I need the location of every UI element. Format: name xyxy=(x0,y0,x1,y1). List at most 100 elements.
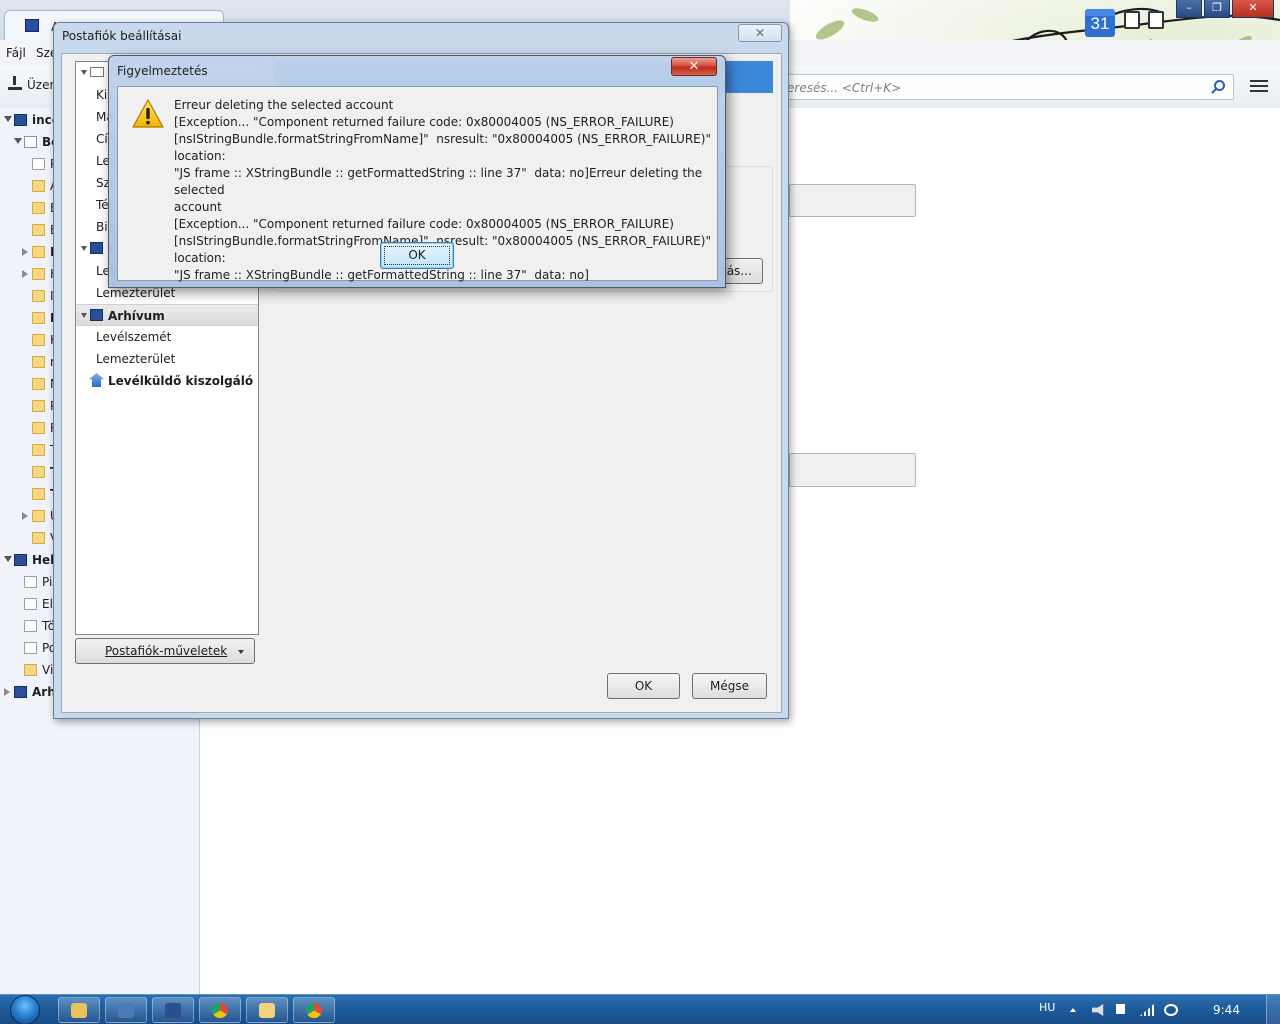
get-messages-button[interactable]: Üzen xyxy=(8,76,57,92)
local-folders-icon xyxy=(90,242,103,254)
search-placeholder: eresés... <Ctrl+K> xyxy=(787,81,902,95)
input-box[interactable] xyxy=(789,453,916,487)
collapse-arrow-icon[interactable] xyxy=(4,556,12,562)
folder-icon xyxy=(32,180,45,192)
account-tree-label: Lemezterület xyxy=(96,352,176,366)
chrome-icon xyxy=(306,1003,322,1018)
close-window-button[interactable]: ✕ xyxy=(1232,0,1274,18)
file-icon xyxy=(32,158,45,170)
download-icon xyxy=(8,76,22,90)
cancel-button[interactable]: Mégse xyxy=(692,673,767,699)
dialog-body: Erreur deleting the selected account [Exc… xyxy=(117,86,719,282)
collapse-arrow-icon[interactable] xyxy=(14,138,22,144)
folder-icon xyxy=(32,488,45,500)
folder-icon xyxy=(32,312,45,324)
warning-message-line: account xyxy=(174,200,222,214)
folder-icon xyxy=(32,378,45,390)
collapse-arrow-icon[interactable] xyxy=(81,246,87,251)
taskbar: HU 9:44 xyxy=(0,994,1280,1024)
security-icon[interactable] xyxy=(1164,1004,1178,1016)
taskbar-app-button[interactable] xyxy=(293,997,335,1023)
minimize-button[interactable]: – xyxy=(1176,0,1202,18)
warning-message-line: Erreur deleting the selected account xyxy=(174,98,394,112)
account-tree-item[interactable]: Levélszemét xyxy=(76,326,258,348)
inbox-icon xyxy=(24,136,37,148)
window-controls: – ❐ ✕ xyxy=(1176,0,1274,18)
account-tree-item[interactable]: Lemezterület xyxy=(76,348,258,370)
folder-icon xyxy=(32,422,45,434)
warning-message-line: [Exception... "Component returned failur… xyxy=(174,115,674,129)
app-menu-icon[interactable] xyxy=(1250,80,1268,92)
warning-message-line: "JS frame :: XStringBundle :: getFormatt… xyxy=(174,268,589,282)
warning-message-line: [nsIStringBundle.formatStringFromName]" … xyxy=(174,132,719,163)
dialog-title: Figyelmeztetés xyxy=(117,64,208,78)
warning-message-line: [Exception... "Component returned failur… xyxy=(174,217,674,231)
expand-arrow-icon[interactable] xyxy=(22,270,28,278)
expand-arrow-icon[interactable] xyxy=(4,688,10,696)
dropdown-arrow-icon xyxy=(238,650,244,654)
folder-icon xyxy=(24,664,37,676)
input-box[interactable] xyxy=(789,184,916,217)
account-tree-label: Levélküldő kiszolgáló (S... xyxy=(108,374,258,388)
smtp-server-icon xyxy=(89,373,104,387)
file-icon xyxy=(24,642,37,654)
ok-button[interactable]: OK xyxy=(607,673,680,699)
folder-icon xyxy=(32,532,45,544)
restore-button[interactable]: ❐ xyxy=(1204,0,1230,18)
warning-icon xyxy=(132,99,164,128)
taskbar-app-button[interactable] xyxy=(199,997,241,1023)
ok-button[interactable]: OK xyxy=(380,242,454,269)
warning-dialog: Figyelmeztetés ✕ Erreur deleting the sel… xyxy=(108,55,726,288)
file-icon xyxy=(24,576,37,588)
collapse-arrow-icon[interactable] xyxy=(4,116,12,122)
mail-icon xyxy=(259,1003,275,1018)
account-tree-label: Arhívum xyxy=(108,309,165,323)
thunderbird-icon xyxy=(118,1003,134,1018)
checklist-icon[interactable] xyxy=(1148,11,1164,29)
collapse-arrow-icon[interactable] xyxy=(81,70,87,75)
search-input[interactable]: eresés... <Ctrl+K> xyxy=(778,74,1234,100)
search-icon[interactable] xyxy=(1214,80,1225,91)
local-folders-icon xyxy=(14,554,27,566)
settings-button-label: tás... xyxy=(722,264,752,278)
taskbar-app-button[interactable] xyxy=(58,997,100,1023)
file-icon xyxy=(24,620,37,632)
menu-file[interactable]: Fájl xyxy=(6,46,26,60)
network-icon[interactable] xyxy=(1140,1004,1154,1016)
explorer-icon xyxy=(71,1003,87,1018)
folder-icon xyxy=(32,246,45,258)
collapse-arrow-icon[interactable] xyxy=(81,313,87,318)
file-icon xyxy=(24,598,37,610)
calendar-day: 31 xyxy=(1090,14,1110,33)
taskbar-app-button[interactable] xyxy=(105,997,147,1023)
folder-icon xyxy=(32,224,45,236)
taskbar-app-button[interactable] xyxy=(246,997,288,1023)
mail-account-icon xyxy=(25,19,39,32)
show-hidden-icons[interactable] xyxy=(1070,1008,1076,1012)
close-button[interactable]: ✕ xyxy=(671,57,717,76)
folder-icon xyxy=(32,510,45,522)
account-tree-item[interactable]: Arhívum xyxy=(76,304,258,326)
account-actions-label: Postafiók-műveletek xyxy=(105,644,228,658)
account-tree-item[interactable]: Levélküldő kiszolgáló (S... xyxy=(76,370,258,392)
chrome-icon xyxy=(212,1003,228,1018)
flag-icon[interactable] xyxy=(1116,1004,1130,1014)
calendar-icon[interactable]: 31 xyxy=(1085,9,1115,37)
start-button[interactable] xyxy=(6,995,46,1024)
windows-logo-icon xyxy=(10,995,40,1024)
show-desktop-button[interactable] xyxy=(1266,995,1280,1024)
tasks-icon[interactable] xyxy=(1124,11,1140,29)
close-button[interactable]: ✕ xyxy=(738,24,782,42)
folder-icon xyxy=(32,400,45,412)
save-icon xyxy=(165,1003,181,1018)
clock[interactable]: 9:44 xyxy=(1213,1003,1240,1017)
taskbar-app-button[interactable] xyxy=(152,997,194,1023)
account-actions-button[interactable]: Postafiók-műveletek xyxy=(75,638,255,664)
folder-icon xyxy=(32,202,45,214)
expand-arrow-icon[interactable] xyxy=(22,512,28,520)
language-indicator[interactable]: HU xyxy=(1039,1001,1055,1014)
account-tree-label: Lemezterület xyxy=(96,286,176,300)
volume-icon[interactable] xyxy=(1092,1004,1104,1016)
expand-arrow-icon[interactable] xyxy=(22,248,28,256)
folder-icon xyxy=(32,334,45,346)
